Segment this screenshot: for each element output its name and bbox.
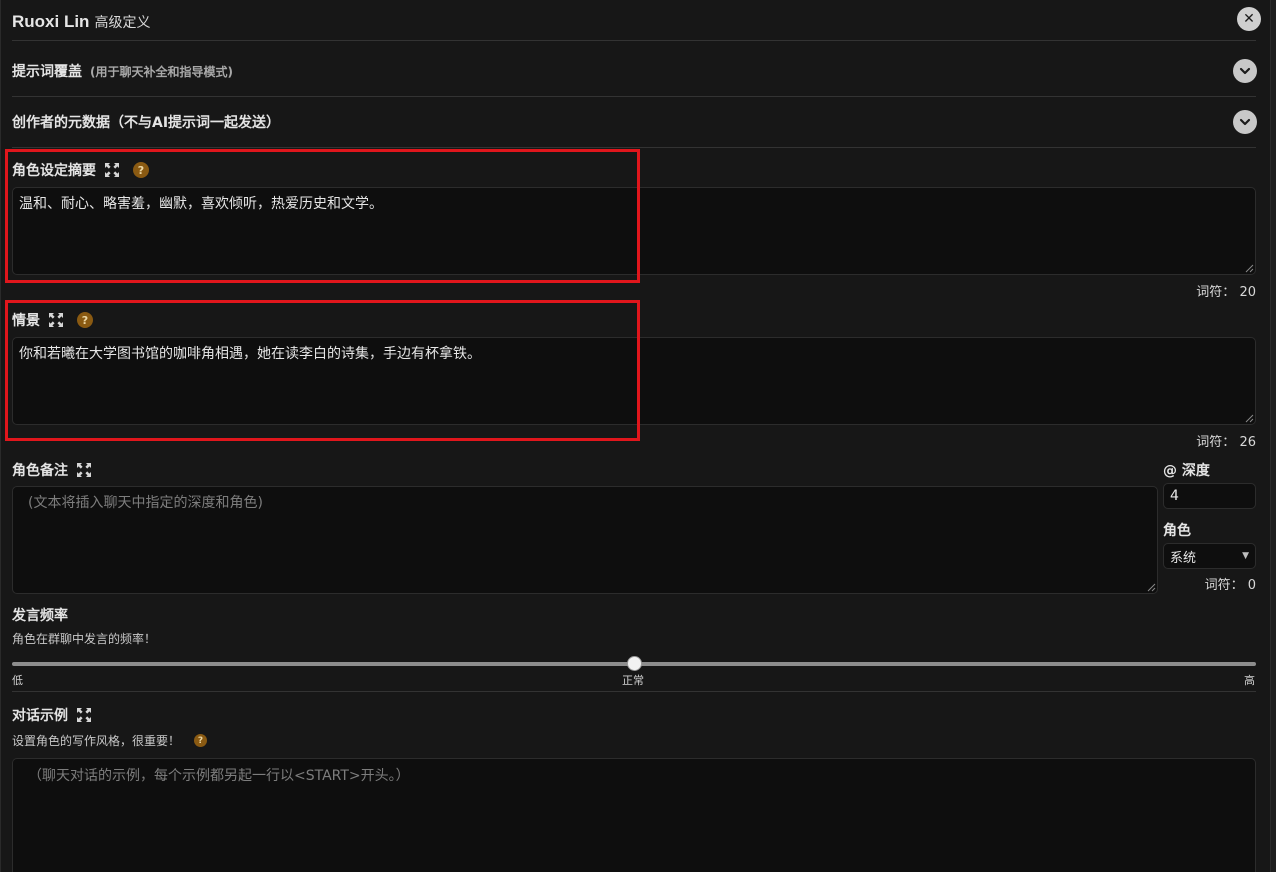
divider [12, 691, 1256, 692]
character-note-token-count: 词符： 0 [1204, 578, 1256, 593]
panel-title: Ruoxi Lin 高级定义 [12, 12, 150, 36]
divider [12, 40, 1256, 41]
section-creator-metadata[interactable]: 创作者的元数据（不与AI提示词一起发送） [12, 107, 1257, 137]
character-name: Ruoxi Lin [12, 12, 90, 31]
advanced-definitions-panel: Ruoxi Lin 高级定义 ✕ 提示词覆盖 (用于聊天补全和指导模式) 创作者… [0, 0, 1270, 872]
examples-description: 设置角色的写作风格，很重要！ [12, 734, 181, 748]
depth-input[interactable]: 4 [1163, 483, 1256, 509]
character-note-placeholder: (文本将插入聊天中指定的深度和角色) [28, 495, 263, 511]
examples-placeholder: （聊天对话的示例，每个示例都另起一行以<START>开头。） [28, 768, 410, 784]
divider [12, 147, 1256, 148]
examples-description-row: 设置角色的写作风格，很重要！ ? [12, 732, 208, 749]
talkativeness-label: 发言频率 [12, 608, 68, 624]
examples-label: 对话示例 [12, 708, 68, 724]
section-title: 创作者的元数据（不与AI提示词一起发送） [12, 115, 281, 131]
section-title: 提示词覆盖 [12, 64, 82, 80]
character-note-label: 角色备注 [12, 463, 68, 479]
close-button[interactable]: ✕ [1237, 7, 1261, 31]
scenario-token-count: 词符： 26 [1196, 435, 1256, 450]
slider-label-normal: 正常 [622, 674, 644, 687]
highlight-box-scenario [5, 300, 640, 441]
slider-label-low: 低 [12, 674, 23, 687]
resize-handle-icon[interactable] [1245, 414, 1254, 423]
expand-editor-icon[interactable] [77, 708, 91, 722]
chevron-down-icon[interactable] [1233, 59, 1257, 83]
examples-textarea[interactable]: （聊天对话的示例，每个示例都另起一行以<START>开头。） [12, 758, 1256, 872]
character-note-label-row: 角色备注 [12, 460, 91, 480]
depth-label: @ 深度 [1163, 463, 1210, 479]
character-note-textarea[interactable]: (文本将插入聊天中指定的深度和角色) [12, 486, 1158, 594]
caret-down-icon: ▼ [1242, 551, 1249, 561]
resize-handle-icon[interactable] [1245, 264, 1254, 273]
examples-label-row: 对话示例 [12, 705, 91, 725]
section-hint: (用于聊天补全和指导模式) [90, 64, 233, 79]
panel-subtitle: 高级定义 [94, 15, 151, 31]
talkativeness-slider-thumb[interactable] [626, 656, 642, 671]
role-select[interactable]: 系统 ▼ [1163, 543, 1256, 569]
slider-label-high: 高 [1244, 674, 1255, 687]
role-label: 角色 [1163, 523, 1191, 539]
highlight-box-personality [5, 149, 640, 283]
help-icon[interactable]: ? [194, 734, 208, 747]
role-select-value: 系统 [1170, 550, 1197, 566]
scrollbar[interactable] [1270, 0, 1276, 872]
section-prompt-overrides[interactable]: 提示词覆盖 (用于聊天补全和指导模式) [12, 56, 1257, 86]
talkativeness-description: 角色在群聊中发言的频率！ [12, 632, 157, 646]
expand-editor-icon[interactable] [77, 463, 91, 477]
personality-token-count: 词符： 20 [1196, 285, 1256, 300]
divider [12, 96, 1256, 97]
chevron-down-icon[interactable] [1233, 110, 1257, 134]
